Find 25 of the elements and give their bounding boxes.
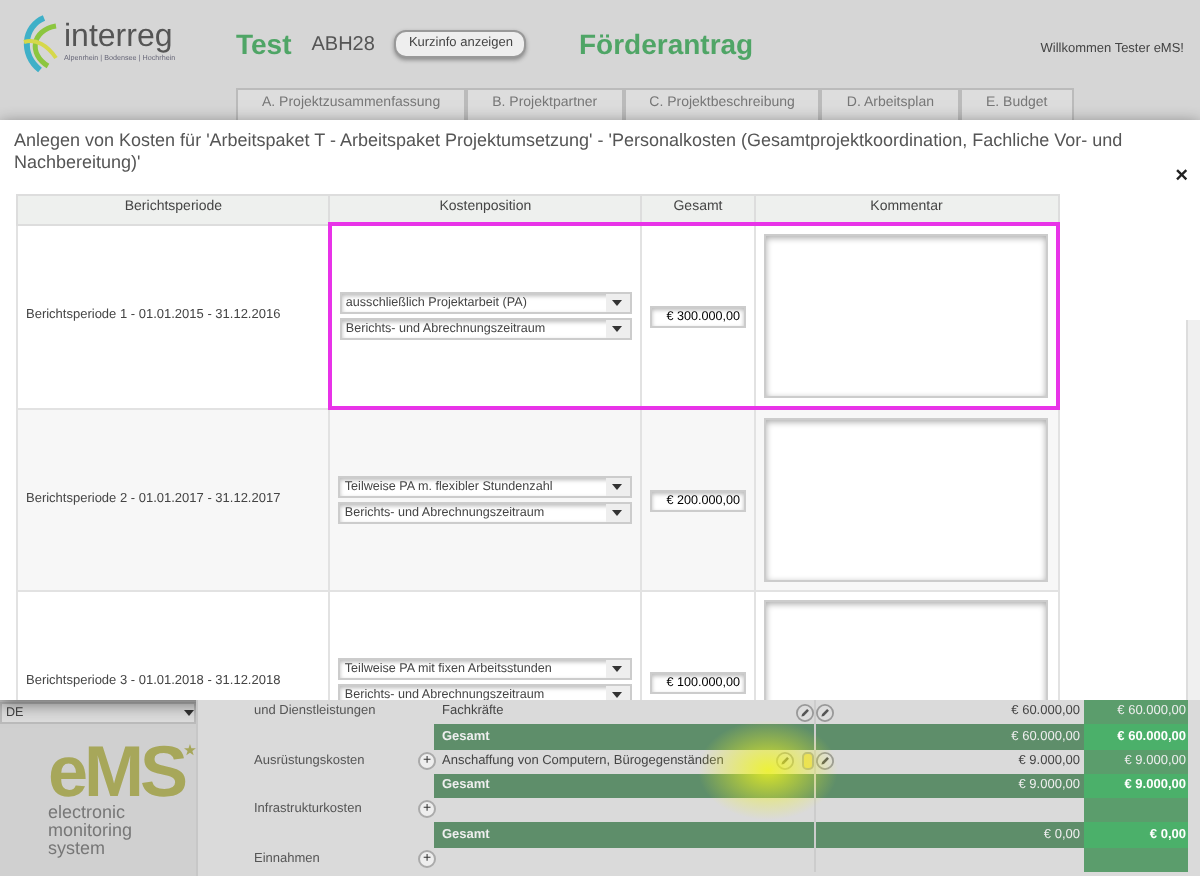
logo-caption: monitoring (48, 822, 135, 841)
logo-caption: electronic (48, 804, 128, 823)
project-title: Test (236, 25, 292, 63)
caret-icon (184, 709, 194, 717)
caret-icon (612, 665, 623, 674)
logo-text: interreg (64, 22, 173, 55)
logo-text: eMS (48, 740, 185, 805)
star-icon (184, 740, 196, 760)
comment-field[interactable] (764, 418, 1048, 583)
caret-icon (612, 483, 623, 492)
project-code: ABH28 (311, 31, 375, 59)
edit-icon[interactable] (796, 703, 814, 722)
modal-title: Anlegen von Kosten für 'Arbeitspaket T - Arbeitspaket Projektumsetzung' - 'Personalkosten (Gesamtprojektkoordination, Fachliche Vor- und Nachbereitung)' (12, 128, 1125, 174)
caret-icon (612, 299, 623, 308)
logo-caption: system (48, 840, 106, 859)
comment-field[interactable] (764, 234, 1048, 399)
edit-icon[interactable] (816, 703, 834, 722)
caret-icon (612, 509, 623, 518)
caret-icon (612, 325, 623, 334)
table-cell (1084, 847, 1188, 873)
edit-icon[interactable] (816, 752, 834, 771)
scrollbar[interactable] (1186, 320, 1200, 700)
table-cell (1084, 798, 1188, 823)
close-button[interactable]: × (1175, 166, 1188, 188)
section-title: Förderantrag (578, 25, 754, 64)
